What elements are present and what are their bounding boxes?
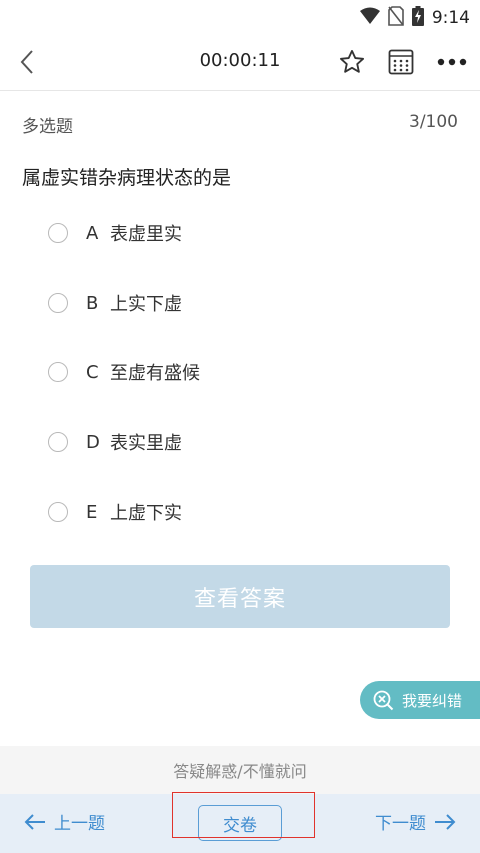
radio-icon xyxy=(48,432,68,452)
option-text: 上虚下实 xyxy=(110,503,182,524)
no-sim-icon xyxy=(388,6,404,30)
question-stem: 属虚实错杂病理状态的是 xyxy=(22,167,232,189)
arrow-right-icon xyxy=(435,813,456,830)
option-b[interactable]: B 上实下虚 xyxy=(38,276,458,330)
option-a[interactable]: A 表虚里实 xyxy=(38,206,458,260)
more-dots-icon xyxy=(437,58,467,66)
option-letter: B xyxy=(86,292,99,314)
option-e[interactable]: E 上虚下实 xyxy=(38,485,458,539)
status-icons: 9:14 xyxy=(359,6,470,30)
star-icon xyxy=(339,49,365,73)
option-c[interactable]: C 至虚有盛候 xyxy=(38,345,458,399)
report-error-button[interactable]: 我要纠错 xyxy=(360,681,480,719)
option-text: 表虚里实 xyxy=(110,224,182,245)
option-letter: C xyxy=(86,361,99,383)
radio-icon xyxy=(48,502,68,522)
prev-question-button[interactable]: 上一题 xyxy=(24,809,105,834)
favorite-button[interactable] xyxy=(335,45,369,79)
answer-sheet-button[interactable] xyxy=(384,45,418,79)
view-answer-button[interactable]: 查看答案 xyxy=(30,565,450,628)
back-button[interactable] xyxy=(10,45,44,79)
option-text: 上实下虚 xyxy=(110,294,182,315)
search-error-icon xyxy=(373,690,394,711)
battery-charging-icon xyxy=(411,6,424,30)
chevron-left-icon xyxy=(20,50,33,74)
radio-icon xyxy=(48,293,68,313)
wifi-icon xyxy=(359,7,380,29)
radio-icon xyxy=(48,223,68,243)
option-d[interactable]: D 表实里虚 xyxy=(38,415,458,469)
option-letter: D xyxy=(86,431,100,453)
report-error-label: 我要纠错 xyxy=(402,691,463,710)
top-toolbar: 00:00:11 xyxy=(0,33,480,91)
prev-question-label: 上一题 xyxy=(54,814,105,834)
radio-icon xyxy=(48,362,68,382)
option-letter: E xyxy=(86,501,98,523)
option-text: 表实里虚 xyxy=(110,433,182,454)
more-button[interactable] xyxy=(435,45,469,79)
status-time: 9:14 xyxy=(431,8,470,28)
question-type: 多选题 xyxy=(22,117,73,137)
ask-question-bar[interactable]: 答疑解惑/不懂就问 xyxy=(0,746,480,794)
next-question-label: 下一题 xyxy=(375,814,426,834)
question-progress: 3/100 xyxy=(409,112,458,132)
status-bar: 9:14 xyxy=(0,0,480,33)
option-text: 至虚有盛候 xyxy=(110,363,200,384)
arrow-left-icon xyxy=(24,813,45,830)
next-question-button[interactable]: 下一题 xyxy=(375,809,456,834)
option-letter: A xyxy=(86,222,99,244)
question-panel: 多选题 3/100 属虚实错杂病理状态的是 A 表虚里实 B 上实下虚 C 至虚… xyxy=(0,92,480,746)
highlight-annotation xyxy=(172,792,315,838)
answer-sheet-icon xyxy=(388,49,414,75)
